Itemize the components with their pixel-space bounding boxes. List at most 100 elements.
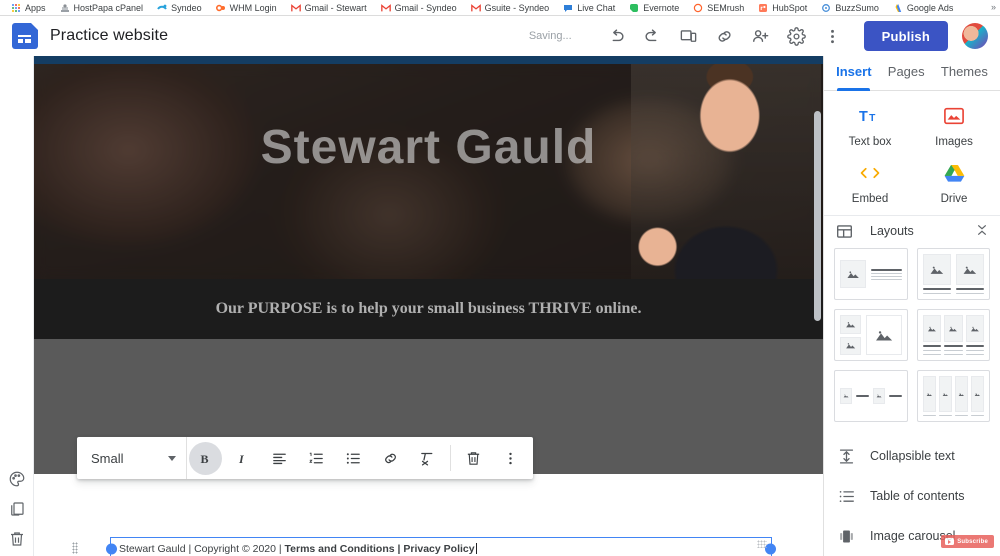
- layouts-title: Layouts: [870, 224, 914, 239]
- syndeo-icon: [157, 3, 167, 13]
- insert-embed-button[interactable]: Embed: [828, 162, 912, 205]
- bulleted-list-button[interactable]: [337, 442, 370, 475]
- page-title[interactable]: Practice website: [50, 27, 168, 45]
- bookmark-whm-login[interactable]: WHM Login: [209, 3, 284, 13]
- text-box-icon: T T: [859, 105, 881, 127]
- hubspot-icon: [758, 3, 768, 13]
- toolbar-more-button[interactable]: [494, 442, 527, 475]
- textbox-drag-handle[interactable]: [72, 542, 78, 554]
- layouts-section-header[interactable]: Layouts: [824, 215, 1000, 246]
- footer-text[interactable]: Stewart Gauld | Copyright © 2020 | Terms…: [119, 542, 477, 555]
- bookmark-label: Google Ads: [906, 2, 954, 13]
- table-of-contents-icon: [836, 488, 856, 505]
- bookmark-apps[interactable]: Apps: [4, 3, 53, 13]
- insert-text-box-button[interactable]: T T Text box: [828, 105, 912, 148]
- insert-drive-button[interactable]: Drive: [912, 162, 996, 205]
- resize-handle-left[interactable]: [106, 543, 117, 554]
- more-options-button[interactable]: [816, 19, 850, 53]
- bookmark-label: HubSpot: [772, 2, 808, 13]
- apps-grid-icon: [11, 3, 21, 13]
- redo-button[interactable]: [636, 19, 670, 53]
- bookmark-evernote[interactable]: Evernote: [622, 3, 686, 13]
- footer-textbox-selected[interactable]: Stewart Gauld | Copyright © 2020 | Terms…: [106, 537, 776, 556]
- duplicate-icon[interactable]: [8, 500, 26, 518]
- youtube-play-icon: [945, 538, 955, 545]
- tab-pages[interactable]: Pages: [880, 64, 933, 90]
- site-nav-bar: [34, 56, 823, 64]
- tagline-section[interactable]: Our PURPOSE is to help your small busine…: [34, 279, 823, 339]
- layout-two-image-text-pairs[interactable]: [834, 370, 908, 422]
- bookmark-live-chat[interactable]: Live Chat: [556, 3, 622, 13]
- insert-item-label: Drive: [940, 193, 968, 206]
- svg-text:T: T: [869, 113, 876, 124]
- whm-icon: [215, 3, 226, 13]
- insert-item-label: Images: [935, 136, 973, 149]
- tab-insert[interactable]: Insert: [828, 64, 880, 92]
- bookmark-label: Apps: [25, 2, 46, 13]
- layout-three-images-with-text[interactable]: [916, 309, 990, 361]
- layout-four-images[interactable]: [916, 370, 990, 422]
- bookmark-gsuite-syndeo[interactable]: Gsuite - Syndeo: [464, 3, 557, 13]
- bookmark-google-ads[interactable]: Google Ads: [886, 3, 961, 13]
- hostpapa-icon: [60, 3, 70, 13]
- align-left-button[interactable]: [263, 442, 296, 475]
- text-style-dropdown[interactable]: Small: [77, 437, 187, 479]
- google-drive-icon: [944, 162, 965, 184]
- bookmark-gmail-syndeo[interactable]: Gmail - Syndeo: [374, 3, 464, 13]
- tab-themes[interactable]: Themes: [933, 64, 996, 90]
- bookmark-label: Gmail - Stewart: [304, 2, 367, 13]
- hero-title: Stewart Gauld: [260, 121, 597, 174]
- bookmark-hubspot[interactable]: HubSpot: [751, 3, 814, 13]
- bookmark-hostpapa-cpanel[interactable]: HostPapa cPanel: [53, 3, 151, 13]
- bookmark-label: SEMrush: [707, 2, 745, 13]
- bookmark-label: WHM Login: [229, 2, 277, 13]
- settings-button[interactable]: [780, 19, 814, 53]
- bookmark-semrush[interactable]: SEMrush: [686, 3, 751, 13]
- insert-item-label: Text box: [848, 136, 892, 149]
- bookmarks-overflow-button[interactable]: »: [991, 2, 996, 12]
- trash-icon[interactable]: [8, 530, 26, 548]
- delete-textbox-button[interactable]: [457, 442, 490, 475]
- toolbar-divider: [450, 445, 451, 471]
- insert-collapsible-text-button[interactable]: Collapsible text: [824, 436, 1000, 476]
- insert-images-button[interactable]: Images: [912, 105, 996, 148]
- buzzsumo-icon: [821, 3, 831, 13]
- bookmark-label: Gmail - Syndeo: [394, 2, 457, 13]
- images-icon: [944, 105, 964, 127]
- insert-table-of-contents-button[interactable]: Table of contents: [824, 476, 1000, 516]
- image-carousel-icon: [836, 528, 856, 545]
- bookmark-syndeo[interactable]: Syndeo: [150, 3, 209, 13]
- layout-two-images-with-text[interactable]: [916, 248, 990, 300]
- clear-formatting-button[interactable]: [411, 442, 444, 475]
- italic-button[interactable]: I: [226, 442, 259, 475]
- collapse-icon[interactable]: [976, 224, 988, 239]
- left-rail: [0, 56, 34, 556]
- undo-button[interactable]: [600, 19, 634, 53]
- textbox-corner-grip[interactable]: [757, 540, 767, 548]
- copy-link-button[interactable]: [708, 19, 742, 53]
- bookmark-buzzsumo[interactable]: BuzzSumo: [814, 3, 886, 13]
- tagline-text: Our PURPOSE is to help your small busine…: [215, 300, 642, 317]
- hero-banner[interactable]: Stewart Gauld: [34, 64, 823, 279]
- bookmark-label: Syndeo: [171, 2, 202, 13]
- preview-button[interactable]: [672, 19, 706, 53]
- editor-body: Stewart Gauld Our PURPOSE is to help you…: [0, 56, 1000, 556]
- layout-two-small-images-one-large[interactable]: [834, 309, 908, 361]
- numbered-list-button[interactable]: [300, 442, 333, 475]
- avatar[interactable]: [962, 23, 988, 49]
- layouts-grid: [824, 246, 1000, 432]
- text-format-toolbar: Small B I: [77, 437, 533, 479]
- layout-image-left-text-right[interactable]: [834, 248, 908, 300]
- bookmark-gmail-stewart[interactable]: Gmail - Stewart: [284, 3, 374, 13]
- insert-actions-grid: T T Text box Images Embed Drive: [824, 91, 1000, 215]
- text-cursor: [475, 542, 477, 554]
- youtube-subscribe-overlay[interactable]: Subscribe: [941, 535, 994, 548]
- insert-link-button[interactable]: [374, 442, 407, 475]
- text-style-value: Small: [91, 450, 124, 466]
- share-button[interactable]: [744, 19, 778, 53]
- bold-button[interactable]: B: [189, 441, 222, 475]
- google-sites-icon[interactable]: [12, 23, 38, 49]
- canvas-scrollbar[interactable]: [814, 111, 821, 321]
- palette-icon[interactable]: [8, 470, 26, 488]
- publish-button[interactable]: Publish: [863, 21, 948, 51]
